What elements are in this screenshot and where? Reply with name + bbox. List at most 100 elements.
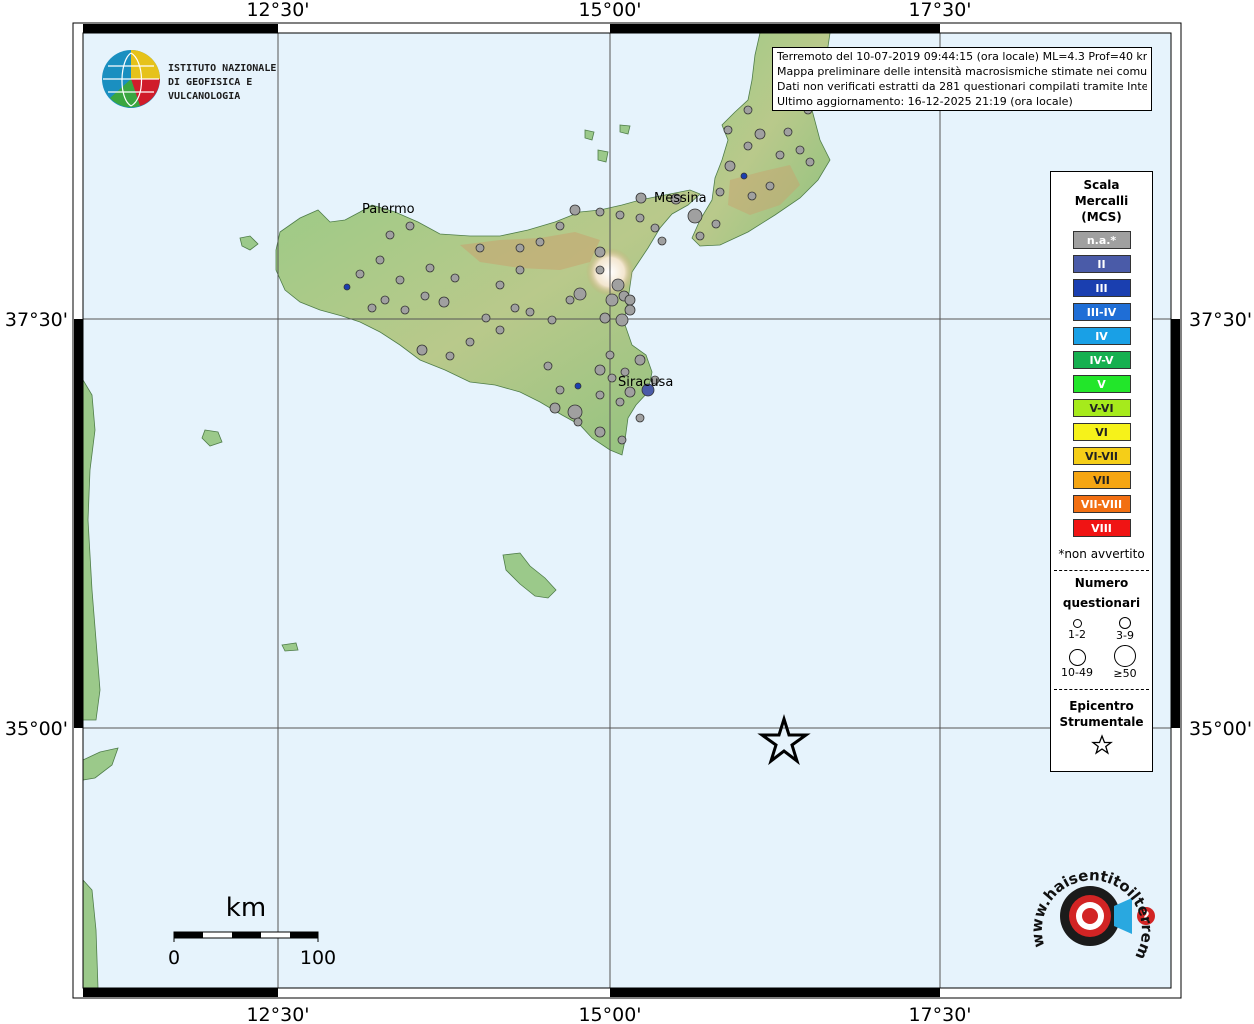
intensity-point bbox=[765, 181, 775, 191]
intensity-point bbox=[547, 315, 557, 325]
city-label-messina: Messina bbox=[654, 191, 707, 206]
intensity-point bbox=[510, 303, 520, 313]
lat-label-right-1: 37°30' bbox=[1189, 309, 1252, 331]
intensity-point bbox=[617, 435, 627, 445]
intensity-point bbox=[555, 385, 565, 395]
intensity-point bbox=[605, 293, 619, 307]
intensity-point bbox=[515, 243, 525, 253]
lon-label-bottom-2: 15°00' bbox=[578, 1004, 641, 1024]
event-info-line3: Dati non verificati estratti da 281 ques… bbox=[777, 80, 1147, 93]
legend-swatch-8: VI bbox=[1072, 423, 1131, 441]
legend-star-icon bbox=[1090, 734, 1113, 755]
intensity-point bbox=[574, 382, 582, 390]
event-info-box: Terremoto del 10-07-2019 09:44:15 (ora l… bbox=[772, 47, 1152, 111]
intensity-point bbox=[425, 263, 435, 273]
intensity-point bbox=[635, 413, 645, 423]
legend-swatch-4: IV bbox=[1072, 327, 1131, 345]
intensity-point bbox=[565, 295, 575, 305]
intensity-point bbox=[783, 127, 793, 137]
intensity-point bbox=[438, 296, 450, 308]
intensity-point bbox=[535, 237, 545, 247]
intensity-point bbox=[594, 246, 606, 258]
legend-swatch-5: IV-V bbox=[1072, 351, 1131, 369]
legend-swatch-1: II bbox=[1072, 255, 1131, 273]
intensity-point bbox=[465, 337, 475, 347]
legend-swatch-7: V-VI bbox=[1072, 399, 1131, 417]
island-eolie-3 bbox=[584, 129, 595, 141]
legend-title-line1: Scala bbox=[1083, 178, 1120, 192]
intensity-point bbox=[416, 344, 428, 356]
intensity-point bbox=[607, 373, 617, 383]
intensity-point bbox=[624, 304, 636, 316]
q-class-4-label: ≥50 bbox=[1113, 667, 1137, 680]
intensity-point bbox=[687, 208, 703, 224]
legend-epicentro-title-line1: Epicentro bbox=[1069, 699, 1134, 713]
q-class-3: 10-49 bbox=[1052, 649, 1102, 679]
intensity-point bbox=[611, 278, 625, 292]
q-class-2: 3-9 bbox=[1100, 617, 1150, 642]
intensity-point bbox=[743, 105, 753, 115]
haisentito-logo: ? www.haisentitoilterremoto.it bbox=[1023, 844, 1158, 978]
q-class-1-label: 1-2 bbox=[1068, 628, 1086, 641]
intensity-point bbox=[695, 231, 705, 241]
q-class-3-label: 10-49 bbox=[1061, 666, 1093, 679]
intensity-point bbox=[355, 269, 365, 279]
intensity-point bbox=[395, 275, 405, 285]
ingv-logo-line2: DI GEOFISICA E VULCANOLOGIA bbox=[168, 77, 253, 102]
legend-note: *non avvertito bbox=[1058, 547, 1145, 561]
intensity-point bbox=[624, 294, 636, 306]
event-info-line2: Mappa preliminare delle intensità macros… bbox=[777, 65, 1147, 78]
intensity-point bbox=[595, 207, 605, 217]
intensity-point bbox=[555, 221, 565, 231]
scalebar-start: 0 bbox=[168, 947, 180, 969]
intensity-point bbox=[711, 219, 721, 229]
lat-label-left-1: 37°30' bbox=[5, 309, 68, 331]
ingv-logo: ISTITUTO NAZIONALE DI GEOFISICA E VULCAN… bbox=[100, 48, 320, 110]
legend-separator-1 bbox=[1054, 570, 1149, 571]
intensity-point bbox=[594, 364, 606, 376]
city-label-siracusa: Siracusa bbox=[618, 375, 673, 390]
q-class-4: ≥50 bbox=[1100, 645, 1150, 680]
intensity-point bbox=[380, 295, 390, 305]
intensity-point bbox=[634, 354, 646, 366]
intensity-point bbox=[754, 128, 766, 140]
event-info-line4: Ultimo aggiornamento: 16-12-2025 21:19 (… bbox=[777, 95, 1073, 108]
intensity-point bbox=[615, 397, 625, 407]
intensity-point bbox=[605, 350, 615, 360]
intensity-point bbox=[805, 157, 815, 167]
intensity-point bbox=[573, 417, 583, 427]
lon-label-bottom-1: 12°30' bbox=[246, 1004, 309, 1024]
q-circle-small bbox=[1072, 619, 1082, 628]
intensity-point bbox=[615, 210, 625, 220]
legend-swatch-2: III bbox=[1072, 279, 1131, 297]
legend-epicentro-title: Epicentro Strumentale bbox=[1051, 698, 1152, 730]
haisentito-logo-icon: ? www.haisentitoilterremoto.it bbox=[1023, 844, 1156, 962]
intensity-point bbox=[635, 192, 647, 204]
intensity-point bbox=[450, 273, 460, 283]
intensity-point bbox=[481, 313, 491, 323]
intensity-point bbox=[475, 243, 485, 253]
legend-epicentro-title-line2: Strumentale bbox=[1059, 715, 1144, 729]
q-circle-xlarge bbox=[1114, 645, 1136, 667]
island-eolie-1 bbox=[597, 149, 609, 163]
intensity-point bbox=[495, 325, 505, 335]
intensity-point bbox=[515, 265, 525, 275]
intensity-point bbox=[599, 312, 611, 324]
intensity-point bbox=[543, 361, 553, 371]
intensity-point bbox=[795, 145, 805, 155]
q-circle-large bbox=[1068, 649, 1086, 666]
intensity-point bbox=[657, 236, 667, 246]
lon-label-top-2: 15°00' bbox=[578, 0, 641, 21]
intensity-point bbox=[549, 402, 561, 414]
legend-swatch-0: n.a.* bbox=[1072, 231, 1131, 249]
ingv-globe-icon bbox=[102, 50, 160, 108]
intensity-point bbox=[569, 204, 581, 216]
intensity-point bbox=[445, 351, 455, 361]
lat-label-left-2: 35°00' bbox=[5, 718, 68, 740]
intensity-point bbox=[715, 187, 725, 197]
lon-label-top-1: 12°30' bbox=[246, 0, 309, 21]
city-label-palermo: Palermo bbox=[362, 202, 415, 217]
q-circle-medium bbox=[1119, 617, 1131, 629]
intensity-point bbox=[367, 303, 377, 313]
scalebar-end: 100 bbox=[300, 947, 336, 969]
